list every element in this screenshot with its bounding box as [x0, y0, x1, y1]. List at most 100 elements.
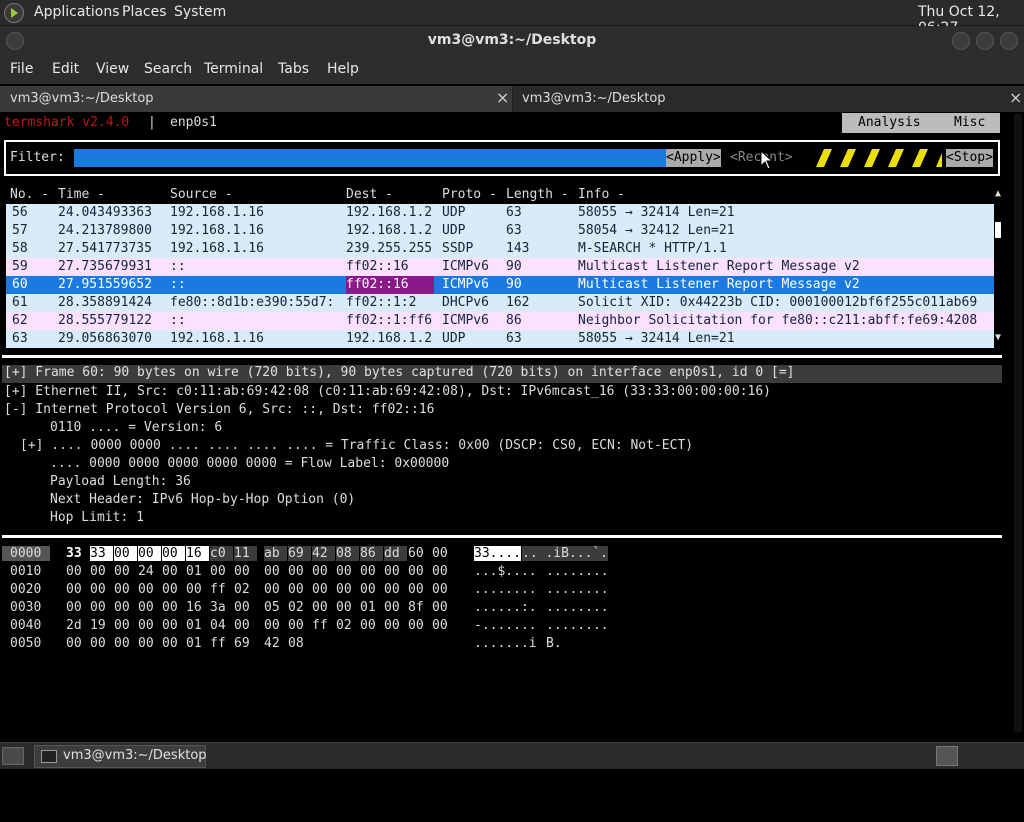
menu-search[interactable]: Search	[144, 61, 192, 77]
details-tree-line[interactable]: [+] .... 0000 0000 .... .... .... .... =…	[20, 438, 693, 453]
hex-byte[interactable]: 33	[66, 546, 82, 561]
packet-row[interactable]: 63 29.056863070 192.168.1.16 192.168.1.2 UDP…	[6, 330, 994, 348]
hex-byte[interactable]: 00	[138, 618, 154, 633]
details-tree-line[interactable]: Next Header: IPv6 Hop-by-Hop Option (0)	[50, 492, 355, 507]
scroll-down-icon[interactable]: ▼	[995, 332, 1001, 343]
details-tree-line[interactable]: [+] Frame 60: 90 bytes on wire (720 bits…	[2, 365, 1002, 383]
hex-byte[interactable]: 00	[336, 564, 352, 579]
places-menu[interactable]: Places	[122, 4, 167, 20]
pane-divider[interactable]	[2, 535, 1002, 538]
hex-byte[interactable]: 00	[162, 582, 178, 597]
hex-byte[interactable]: 00	[408, 582, 424, 597]
pane-divider[interactable]	[2, 355, 1002, 358]
hex-byte[interactable]: 33	[90, 546, 113, 561]
hex-byte[interactable]: 60	[408, 546, 424, 561]
hex-byte[interactable]: 16	[186, 600, 202, 615]
window-titlebar[interactable]: vm3@vm3:~/Desktop	[0, 26, 1024, 56]
packet-list-scrollbar-thumb[interactable]	[995, 222, 1001, 238]
hex-byte[interactable]: 01	[186, 618, 202, 633]
hex-byte[interactable]: 05	[264, 600, 280, 615]
hex-byte[interactable]: 08	[336, 546, 359, 561]
hex-byte[interactable]: 00	[114, 636, 130, 651]
hex-byte[interactable]: ff	[210, 636, 226, 651]
hex-byte[interactable]: 00	[90, 600, 106, 615]
hex-byte[interactable]: 00	[312, 600, 328, 615]
hex-byte[interactable]: 19	[90, 618, 106, 633]
hex-byte[interactable]: 00	[66, 564, 82, 579]
packet-row[interactable]: 59 27.735679931:: ff02::16 ICMPv6 90 Multicas…	[6, 258, 994, 276]
hex-byte[interactable]: 00	[114, 546, 137, 561]
details-tree-line[interactable]: .... 0000 0000 0000 0000 0000 = Flow Lab…	[50, 456, 449, 471]
hex-byte[interactable]: 00	[336, 582, 352, 597]
details-tree-line[interactable]: [+] Ethernet II, Src: c0:11:ab:69:42:08 …	[4, 384, 771, 399]
col-info[interactable]: Info -	[578, 187, 625, 202]
packet-row[interactable]: 60 27.951559652:: ff02::16 ICMPv6 90 Multicas…	[6, 276, 994, 294]
hex-byte[interactable]: 8f	[408, 600, 424, 615]
col-dest[interactable]: Dest -	[346, 187, 393, 202]
tab-desktop-2[interactable]: vm3@vm3:~/Desktop ×	[514, 86, 1024, 112]
hex-byte[interactable]: 00	[186, 582, 202, 597]
hex-byte[interactable]: 00	[360, 564, 376, 579]
details-tree-line[interactable]: Payload Length: 36	[50, 474, 191, 489]
hex-byte[interactable]: 00	[264, 564, 280, 579]
col-length[interactable]: Length -	[506, 187, 569, 202]
packet-row[interactable]: 56 24.043493363 192.168.1.16 192.168.1.2 UDP…	[6, 204, 994, 222]
show-desktop-icon[interactable]	[2, 747, 24, 765]
menu-terminal[interactable]: Terminal	[204, 61, 263, 77]
hex-byte[interactable]: 3a	[210, 600, 226, 615]
terminal-scrollbar[interactable]	[1014, 114, 1022, 732]
menu-view[interactable]: View	[96, 61, 129, 77]
hex-byte[interactable]: ff	[210, 582, 226, 597]
menu-file[interactable]: File	[10, 61, 33, 77]
system-menu[interactable]: System	[174, 4, 226, 20]
hex-byte[interactable]: 01	[186, 564, 202, 579]
packet-row[interactable]: 58 27.541773735 192.168.1.16 239.255.255 SSD…	[6, 240, 994, 258]
hex-byte[interactable]: 00	[264, 582, 280, 597]
hex-byte[interactable]: 00	[162, 600, 178, 615]
hex-byte[interactable]: 02	[234, 582, 250, 597]
hex-byte[interactable]: 00	[162, 618, 178, 633]
hex-byte[interactable]: 00	[210, 564, 226, 579]
menu-help[interactable]: Help	[327, 61, 359, 77]
hex-byte[interactable]: 00	[138, 546, 161, 561]
analysis-menu[interactable]: Analysis	[858, 115, 921, 130]
hex-byte[interactable]: 00	[90, 636, 106, 651]
scroll-up-icon[interactable]: ▲	[995, 188, 1001, 199]
tab-close-icon[interactable]: ×	[1009, 88, 1022, 107]
hex-byte[interactable]: 00	[288, 564, 304, 579]
hex-byte[interactable]: 00	[288, 582, 304, 597]
hex-byte[interactable]: 00	[90, 582, 106, 597]
hex-byte[interactable]: 00	[432, 582, 448, 597]
hex-byte[interactable]: 00	[138, 636, 154, 651]
workspace-switcher-icon[interactable]	[936, 746, 958, 766]
hex-byte[interactable]: 00	[264, 618, 280, 633]
hex-byte[interactable]: 00	[162, 564, 178, 579]
hex-byte[interactable]: 69	[288, 546, 311, 561]
hex-byte[interactable]: 00	[234, 600, 250, 615]
hex-byte[interactable]: 00	[312, 564, 328, 579]
hex-byte[interactable]: 00	[312, 582, 328, 597]
hex-byte[interactable]: 00	[408, 564, 424, 579]
hex-byte[interactable]: c0	[210, 546, 233, 561]
hex-byte[interactable]: 00	[432, 618, 448, 633]
details-tree-line[interactable]: [-] Internet Protocol Version 6, Src: ::…	[4, 402, 434, 417]
hex-byte[interactable]: 00	[138, 600, 154, 615]
hex-byte[interactable]: 86	[360, 546, 383, 561]
filter-input[interactable]	[74, 149, 666, 167]
hex-byte[interactable]: 2d	[66, 618, 82, 633]
hex-byte[interactable]: 00	[432, 600, 448, 615]
col-no[interactable]: No. -	[10, 187, 49, 202]
hex-byte[interactable]: 00	[66, 582, 82, 597]
hex-byte[interactable]: 00	[234, 618, 250, 633]
misc-menu[interactable]: Misc	[954, 115, 985, 130]
hex-byte[interactable]: 00	[234, 564, 250, 579]
hex-byte[interactable]: ab	[264, 546, 287, 561]
hex-byte[interactable]: 42	[264, 636, 280, 651]
menu-edit[interactable]: Edit	[52, 61, 79, 77]
packet-row[interactable]: 62 28.555779122:: ff02::1:ff6 ICMPv6 86 Neigh…	[6, 312, 994, 330]
hex-byte[interactable]: 08	[288, 636, 304, 651]
hex-byte[interactable]: 00	[384, 600, 400, 615]
hex-byte[interactable]: 00	[90, 564, 106, 579]
hex-byte[interactable]: 69	[234, 636, 250, 651]
hex-byte[interactable]: 00	[384, 564, 400, 579]
